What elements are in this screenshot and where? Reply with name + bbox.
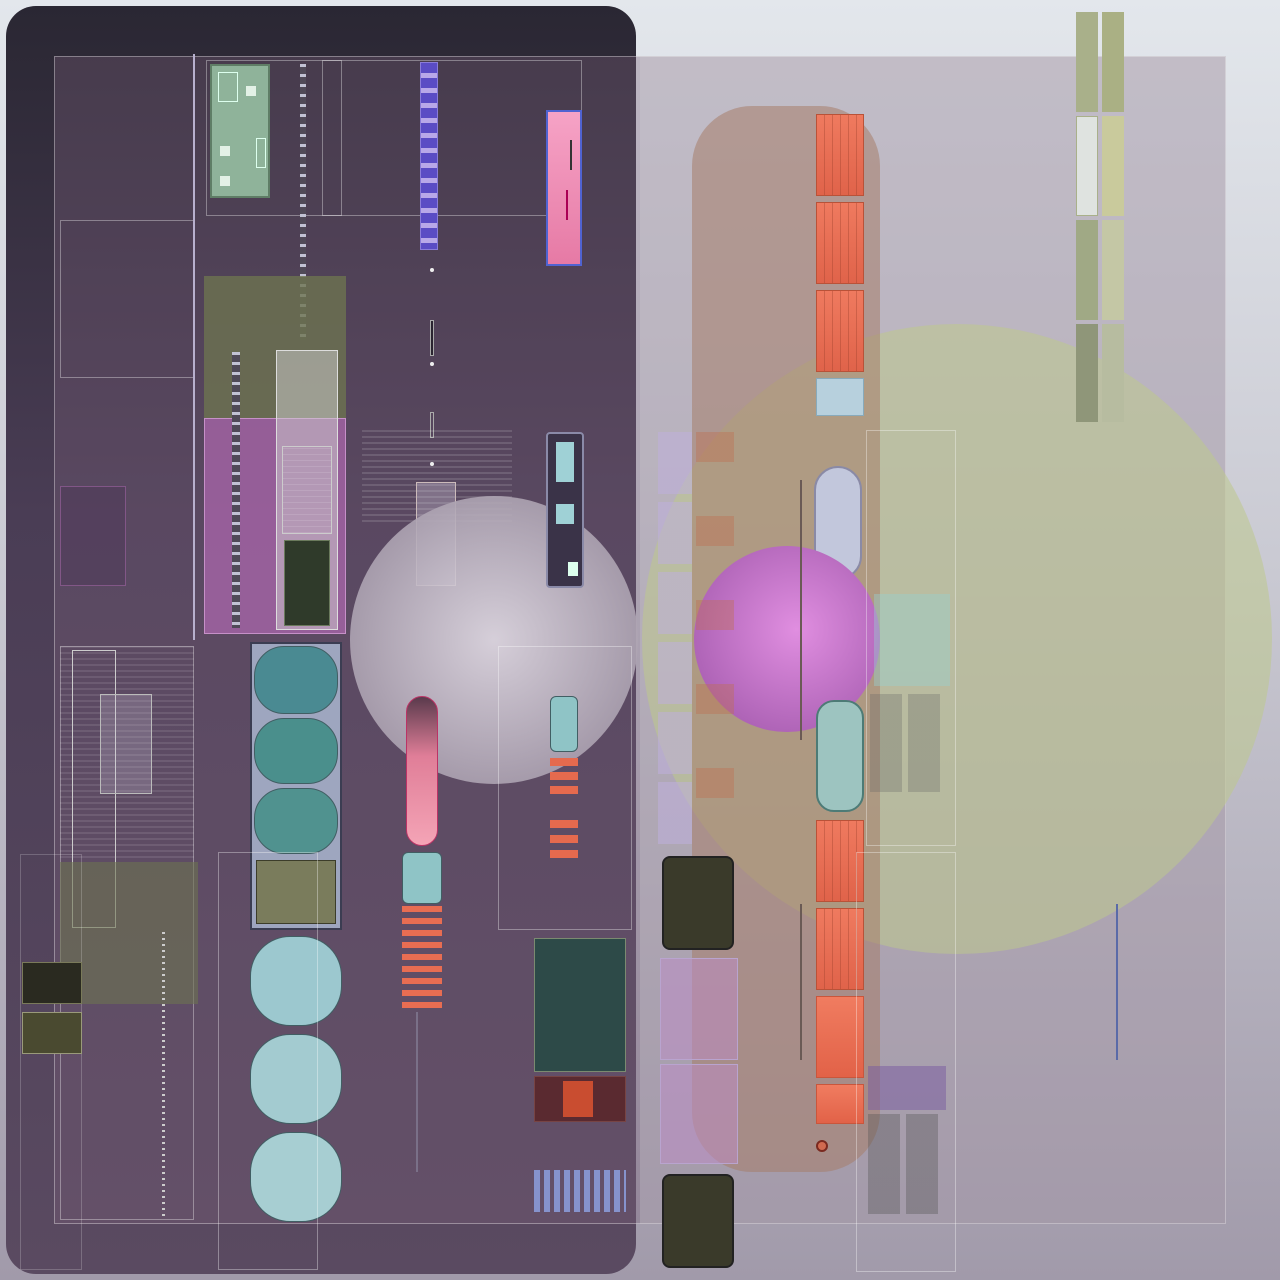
board-pad <box>220 176 230 186</box>
socket-pill <box>816 700 864 812</box>
orange-grille-module <box>816 290 864 372</box>
orange-grille-module <box>816 114 864 196</box>
dot <box>430 268 434 272</box>
board-pad <box>220 146 230 156</box>
lavender-column <box>658 432 692 848</box>
device-screen <box>556 442 574 482</box>
olive-strip-group <box>1076 12 1124 422</box>
device-screen <box>556 504 574 524</box>
hatched-card <box>282 446 332 534</box>
teal-module-small <box>402 852 442 904</box>
ghost-teal-board <box>874 594 950 686</box>
board-trace <box>570 140 572 170</box>
teal-module-small <box>550 696 578 752</box>
orange-stack <box>402 906 442 1010</box>
canvas-root: { "title": "", "colors": { "dark_panel":… <box>0 0 1280 1280</box>
board-trace <box>566 190 568 220</box>
dark-red-board <box>534 1076 626 1122</box>
vertical-rule <box>1116 904 1118 1060</box>
dashed-connector <box>232 352 240 628</box>
small-pcb <box>60 486 126 586</box>
orange-stack <box>550 820 578 864</box>
vertical-rule <box>193 54 195 640</box>
outline-frame <box>322 60 582 216</box>
dark-olive-chip <box>22 1012 82 1054</box>
dark-olive-chip <box>22 962 82 1004</box>
olive-strip <box>1076 12 1098 112</box>
olive-double-module <box>662 856 734 950</box>
teal-socket-panel <box>254 718 338 784</box>
lavender-panel <box>660 958 738 1060</box>
olive-strip <box>1076 220 1098 320</box>
round-socket <box>816 1140 828 1152</box>
lavender-panel <box>660 1064 738 1164</box>
pink-capsule <box>406 696 438 846</box>
orange-grille-module <box>816 202 864 284</box>
teal-socket-panel <box>254 646 338 714</box>
board-chip <box>563 1081 593 1117</box>
board-pad <box>246 86 256 96</box>
ghost-socket-grid <box>870 694 940 792</box>
pink-board <box>546 110 582 266</box>
ghost-purple-chip <box>868 1066 946 1110</box>
olive-strip <box>1102 116 1124 216</box>
blue-mesh-chip <box>816 378 864 416</box>
green-circuit-board <box>210 64 270 198</box>
olive-strip <box>1102 324 1124 422</box>
dashed-rule <box>162 932 165 1218</box>
board-chip <box>218 72 238 102</box>
outline-frame <box>60 220 194 378</box>
ghost-socket-grid <box>868 1114 940 1214</box>
connector-block <box>100 694 152 794</box>
teal-socket-panel <box>254 788 338 854</box>
olive-strip <box>1102 12 1124 112</box>
device-button <box>568 562 578 576</box>
olive-strip <box>1076 324 1098 422</box>
olive-double-module <box>662 1174 734 1268</box>
olive-strip <box>1102 220 1124 320</box>
blue-grid <box>534 1170 626 1212</box>
outline-frame <box>218 852 318 1270</box>
orange-stack <box>550 758 578 800</box>
outline-frame <box>20 854 82 1270</box>
vertical-rule <box>416 1012 418 1172</box>
chip-stack <box>420 62 438 250</box>
narrow-device <box>546 432 584 588</box>
slot <box>430 320 434 356</box>
rust-column <box>696 432 734 848</box>
vertical-rule <box>800 904 802 1060</box>
dark-display <box>284 540 330 626</box>
vertical-rule <box>800 480 802 740</box>
dot <box>430 362 434 366</box>
board-chip <box>256 138 266 168</box>
olive-strip <box>1076 116 1098 216</box>
dark-teal-display <box>534 938 626 1072</box>
